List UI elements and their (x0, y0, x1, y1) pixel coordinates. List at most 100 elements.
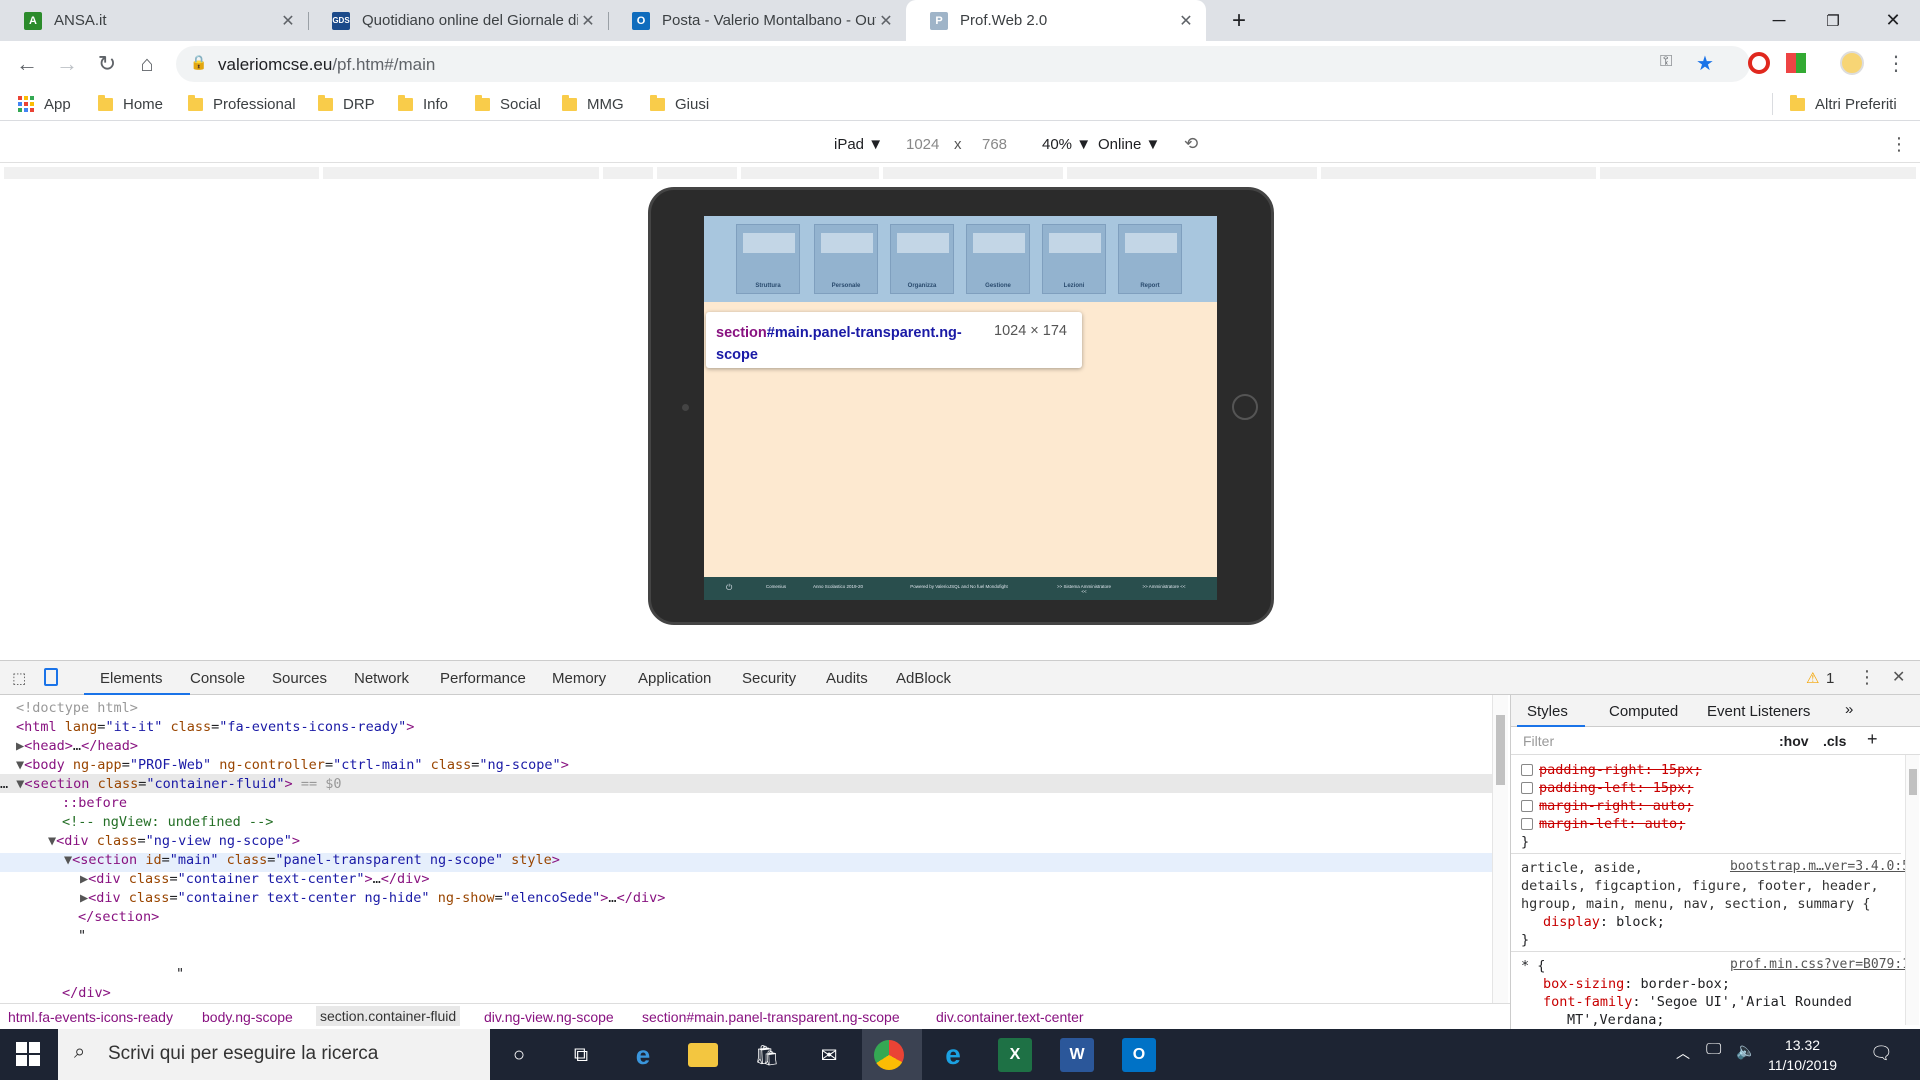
tab-sources[interactable]: Sources (272, 670, 327, 687)
new-tab-button[interactable]: + (1212, 0, 1266, 41)
bookmark-giusi[interactable]: Giusi (650, 94, 709, 114)
mail-icon[interactable]: ✉ (812, 1038, 846, 1072)
chrome-icon[interactable] (874, 1040, 904, 1070)
zoom-select[interactable]: 40% ▼ (1042, 136, 1091, 153)
elements-scrollbar[interactable] (1492, 695, 1508, 1003)
windows-start-icon[interactable] (16, 1042, 40, 1066)
device-width-field[interactable]: 1024 (906, 136, 939, 153)
taskbar-clock[interactable]: 13.32 11/10/2019 (1768, 1035, 1837, 1075)
taskbar-search[interactable]: ⌕ Scrivi qui per eseguire la ricerca (58, 1029, 490, 1080)
card-struttura[interactable]: Struttura (736, 224, 800, 294)
tab-outlook[interactable]: O Posta - Valerio Montalbano - Out ✕ (608, 0, 906, 41)
dom-node[interactable]: <html lang="it-it" class="fa-events-icon… (16, 718, 414, 737)
close-tab-icon[interactable]: ✕ (578, 11, 598, 31)
tab-security[interactable]: Security (742, 670, 796, 687)
edge-icon[interactable]: e (626, 1038, 660, 1072)
breadcrumb-item[interactable]: html.fa-events-icons-ready (8, 1009, 173, 1025)
network-select[interactable]: Online ▼ (1098, 136, 1160, 153)
card-report[interactable]: Report (1118, 224, 1182, 294)
extension-icon[interactable] (1786, 53, 1806, 73)
dom-node[interactable]: ▼<body ng-app="PROF-Web" ng-controller="… (16, 756, 569, 775)
network-icon[interactable]: 🖵 (1706, 1041, 1721, 1059)
forward-icon[interactable]: → (50, 47, 84, 81)
maximize-button[interactable]: ❐ (1806, 0, 1860, 41)
breadcrumb-item[interactable]: body.ng-scope (202, 1009, 293, 1025)
css-declaration[interactable]: padding-left: 15px; (1521, 779, 1693, 797)
tab-profweb[interactable]: P Prof.Web 2.0 ✕ (906, 0, 1206, 41)
back-icon[interactable]: ← (10, 47, 44, 81)
home-icon[interactable]: ⌂ (130, 47, 164, 81)
dom-node[interactable]: ▼<div class="ng-view ng-scope"> (48, 832, 300, 851)
close-window-button[interactable]: ✕ (1866, 0, 1920, 41)
file-explorer-icon[interactable] (688, 1043, 718, 1067)
css-declaration[interactable]: box-sizing: border-box; (1543, 975, 1730, 993)
tab-event-listeners[interactable]: Event Listeners (1707, 703, 1810, 720)
bookmark-other[interactable]: Altri Preferiti (1790, 94, 1897, 114)
tab-gds[interactable]: GDS Quotidiano online del Giornale di ✕ (308, 0, 608, 41)
dom-node[interactable]: " (78, 927, 86, 946)
breadcrumb-item[interactable]: section#main.panel-transparent.ng-scope (642, 1009, 900, 1025)
tab-memory[interactable]: Memory (552, 670, 606, 687)
dom-node[interactable]: ▶<div class="container text-center">…</d… (80, 870, 430, 889)
breadcrumb-item[interactable]: div.ng-view.ng-scope (484, 1009, 614, 1025)
dom-node[interactable]: </div> (62, 984, 111, 1003)
dom-node[interactable]: </section> (78, 908, 159, 927)
menu-dots-icon[interactable]: ⋮ (1886, 51, 1906, 76)
styles-filter-input[interactable]: Filter (1523, 733, 1554, 749)
css-declaration[interactable]: margin-right: auto; (1521, 797, 1693, 815)
card-gestione[interactable]: Gestione (966, 224, 1030, 294)
new-rule-icon[interactable]: + (1867, 729, 1878, 750)
card-personale[interactable]: Personale (814, 224, 878, 294)
device-select[interactable]: iPad ▼ (834, 136, 883, 153)
tab-computed[interactable]: Computed (1609, 703, 1678, 720)
device-height-field[interactable]: 768 (982, 136, 1007, 153)
dom-node[interactable]: ▶<head>…</head> (16, 737, 138, 756)
minimize-button[interactable]: ─ (1752, 0, 1806, 41)
reload-icon[interactable]: ↻ (90, 47, 124, 81)
hov-toggle[interactable]: :hov (1779, 733, 1809, 749)
dom-node[interactable]: " (176, 965, 184, 984)
close-tab-icon[interactable]: ✕ (278, 11, 298, 31)
device-toggle-icon[interactable] (44, 668, 58, 686)
tab-styles[interactable]: Styles (1527, 703, 1568, 720)
css-source-link[interactable]: prof.min.css?ver=B079:1 (1730, 957, 1910, 972)
outlook-icon[interactable]: O (1122, 1038, 1156, 1072)
bookmark-mmg[interactable]: MMG (562, 94, 624, 114)
bookmark-professional[interactable]: Professional (188, 94, 296, 114)
tab-console[interactable]: Console (190, 670, 245, 687)
tab-adblock[interactable]: AdBlock (896, 670, 951, 687)
dom-node[interactable]: ▶<div class="container text-center ng-hi… (80, 889, 665, 908)
cortana-icon[interactable]: ○ (502, 1038, 536, 1072)
store-icon[interactable]: 🛍 (750, 1038, 784, 1072)
more-tabs-icon[interactable]: » (1845, 701, 1853, 718)
dom-node[interactable]: ::before (62, 794, 127, 813)
tab-performance[interactable]: Performance (440, 670, 526, 687)
word-icon[interactable]: W (1060, 1038, 1094, 1072)
cls-toggle[interactable]: .cls (1823, 733, 1846, 749)
bookmark-home[interactable]: Home (98, 94, 163, 114)
volume-icon[interactable]: 🔈 (1736, 1041, 1756, 1061)
close-tab-icon[interactable]: ✕ (1176, 11, 1196, 31)
show-hidden-icons[interactable]: ︿ (1676, 1043, 1690, 1063)
excel-icon[interactable]: X (998, 1038, 1032, 1072)
dom-node[interactable]: <!doctype html> (16, 699, 138, 718)
bookmark-star-icon[interactable]: ★ (1696, 51, 1714, 76)
profile-avatar[interactable] (1840, 51, 1864, 75)
tab-elements[interactable]: Elements (100, 670, 163, 687)
tab-application[interactable]: Application (638, 670, 711, 687)
footer-link[interactable]: >> Sistema Amministratore << (1054, 584, 1114, 594)
bookmark-apps[interactable]: App (18, 94, 71, 114)
inspect-element-icon[interactable]: ⬚ (12, 669, 26, 687)
close-tab-icon[interactable]: ✕ (876, 11, 896, 31)
css-declaration[interactable]: padding-right: 15px; (1521, 761, 1702, 779)
more-options-icon[interactable]: ⋮ (1890, 134, 1908, 155)
rotate-icon[interactable]: ⟲ (1184, 134, 1198, 154)
tab-ansa[interactable]: A ANSA.it ✕ (0, 0, 308, 41)
css-declaration[interactable]: margin-left: auto; (1521, 815, 1685, 833)
close-devtools-icon[interactable]: ✕ (1892, 667, 1905, 687)
card-organizza[interactable]: Organizza (890, 224, 954, 294)
css-source-link[interactable]: bootstrap.m…ver=3.4.0:5 (1730, 859, 1910, 874)
address-bar[interactable]: 🔒 valeriomcse.eu/pf.htm#/main ⚿ ★ (176, 46, 1750, 82)
warning-icon[interactable]: ⚠ (1806, 669, 1819, 687)
styles-scrollbar[interactable] (1905, 755, 1919, 1025)
